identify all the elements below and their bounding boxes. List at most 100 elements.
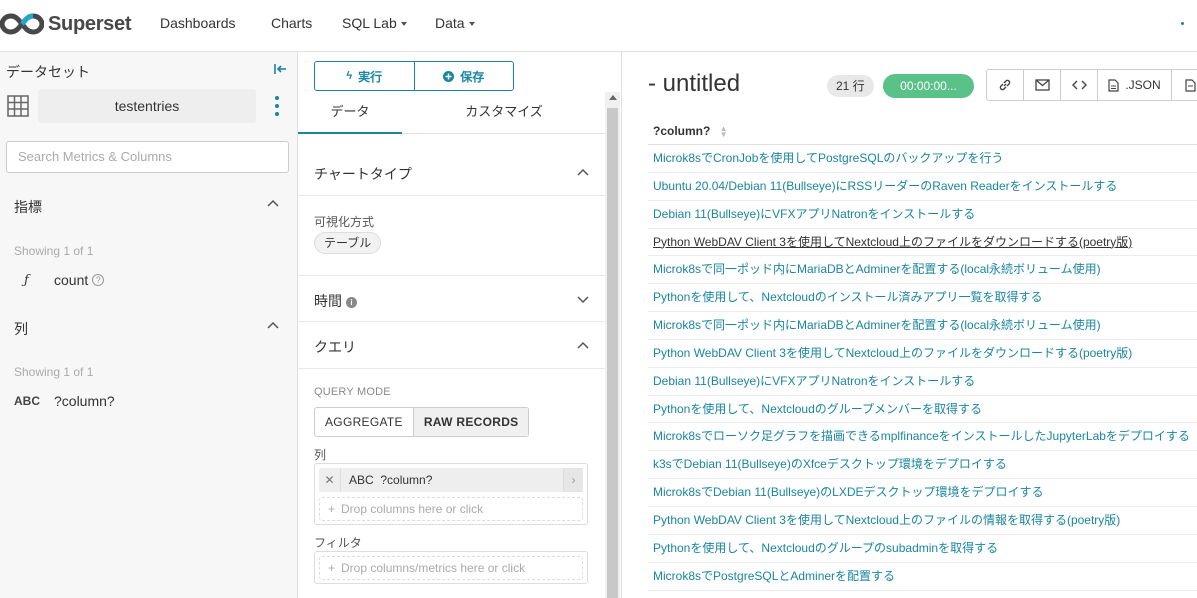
more-menu-icon[interactable]	[1181, 22, 1184, 25]
nav-data[interactable]: Data	[435, 15, 475, 31]
chart-title-text: untitled	[662, 70, 741, 97]
table-cell-link[interactable]: Microk8sでDebian 11(Bullseye)のLXDEデスクトップ環…	[653, 485, 1044, 499]
drop-columns-placeholder: Drop columns here or click	[341, 502, 484, 516]
run-button[interactable]: ϟ 実行	[315, 62, 414, 90]
table-row[interactable]: Pythonを使用して、Nextcloudのグループのsubadminを取得する	[648, 535, 1197, 563]
table-row[interactable]: Microk8sでPostgreSQLとAdminerを配置する	[648, 563, 1197, 591]
table-row[interactable]: Python WebDAV Client 3を使用してNextcloud上のファ…	[648, 229, 1197, 257]
divider	[298, 368, 605, 369]
table-column-header[interactable]: ?column? ▲ ▼	[653, 124, 728, 138]
table-row[interactable]: Debian 11(Bullseye)にVFXアプリNatronをインストールす…	[648, 368, 1197, 396]
columns-section-header[interactable]: 列	[0, 307, 298, 347]
search-metrics-columns-input[interactable]: Search Metrics & Columns	[6, 141, 289, 173]
query-mode-toggle: AGGREGATE RAW RECORDS	[314, 407, 530, 437]
scrollbar-thumb[interactable]	[607, 108, 618, 598]
drop-filters-target[interactable]: + Drop columns/metrics here or click	[319, 556, 583, 580]
columns-dropzone: ✕ ABC ?column? › + Drop columns here or c…	[314, 463, 588, 525]
link-icon	[999, 79, 1011, 91]
table-row[interactable]: Python WebDAV Client 3を使用してNextcloud上のファ…	[648, 340, 1197, 368]
table-cell-link[interactable]: Microk8sで同一ポッド内にMariaDBとAdminerを配置する(loc…	[653, 262, 1101, 276]
export-file-button[interactable]	[1172, 70, 1197, 100]
export-json-button[interactable]: .JSON	[1098, 70, 1172, 100]
nav-charts[interactable]: Charts	[271, 15, 312, 31]
nav-sql-lab[interactable]: SQL Lab	[342, 15, 407, 31]
superset-logo[interactable]: Superset	[0, 10, 131, 38]
plus-circle-icon	[443, 70, 455, 82]
table-cell-link[interactable]: Python WebDAV Client 3を使用してNextcloud上のファ…	[653, 513, 1120, 527]
viz-type-select[interactable]: テーブル	[314, 232, 382, 254]
raw-records-mode-button[interactable]: RAW RECORDS	[412, 408, 529, 436]
filters-label: フィルタ	[314, 536, 362, 550]
table-cell-link[interactable]: Debian 11(Bullseye)にVFXアプリNatronをインストールす…	[653, 207, 975, 221]
chart-title[interactable]: - untitled	[648, 70, 740, 98]
table-cell-link[interactable]: Python WebDAV Client 3を使用してNextcloud上のファ…	[653, 346, 1132, 360]
scroll-up-arrow-icon[interactable]	[609, 95, 617, 100]
table-row[interactable]: Microk8sでローソク足グラフを描画できるmplfinanceをインストール…	[648, 423, 1197, 452]
tab-customize-label: カスタマイズ	[465, 104, 543, 119]
table-row[interactable]: Pythonを使用して、Nextcloudのグループメンバーを取得する	[648, 396, 1197, 424]
share-email-button[interactable]	[1024, 70, 1061, 100]
chart-type-section-header[interactable]: チャートタイプ	[298, 149, 605, 196]
table-cell-link[interactable]: Pythonを使用して、Nextcloudのグループのsubadminを取得する	[653, 541, 998, 555]
sort-icon[interactable]: ▲ ▼	[720, 124, 728, 138]
control-panel: ϟ 実行 保存 データ カスタマイズ チャートタイプ 可視化方式 テーブル 時間…	[298, 52, 622, 598]
table-row[interactable]: Microk8sで同一ポッド内にMariaDBとAdminerを配置する(loc…	[648, 312, 1197, 340]
selected-column-chip[interactable]: ✕ ABC ?column? ›	[319, 468, 583, 492]
metrics-section-header[interactable]: 指標	[0, 185, 298, 225]
columns-showing-count: Showing 1 of 1	[14, 365, 94, 379]
bolt-icon: ϟ	[346, 70, 353, 82]
aggregate-mode-button[interactable]: AGGREGATE	[315, 408, 413, 436]
table-row[interactable]: Microk8sでCronJobを使用してPostgreSQLのバックアップを行…	[648, 145, 1197, 173]
table-cell-link[interactable]: Pythonを使用して、Nextcloudのグループメンバーを取得する	[653, 402, 982, 416]
metric-item[interactable]: ƒ count ?	[14, 272, 105, 288]
chevron-right-icon[interactable]: ›	[563, 468, 583, 492]
code-icon	[1071, 80, 1087, 90]
table-body: Microk8sでCronJobを使用してPostgreSQLのバックアップを行…	[648, 145, 1197, 591]
dataset-panel: データセット testentries Search Metrics & Colu…	[0, 52, 298, 598]
column-item[interactable]: ABC ?column?	[14, 393, 115, 409]
tab-customize[interactable]: カスタマイズ	[402, 100, 606, 134]
column-name-label: ?column?	[380, 473, 433, 487]
tab-data[interactable]: データ	[298, 100, 402, 134]
table-row[interactable]: Microk8sでDebian 11(Bullseye)のLXDEデスクトップ環…	[648, 479, 1197, 507]
columns-section-label: 列	[14, 321, 28, 337]
table-cell-link[interactable]: Microk8sでCronJobを使用してPostgreSQLのバックアップを行…	[653, 151, 1003, 165]
column-name: ?column?	[54, 393, 115, 409]
table-cell-link[interactable]: Microk8sで同一ポッド内にMariaDBとAdminerを配置する(loc…	[653, 318, 1101, 332]
save-button[interactable]: 保存	[413, 62, 514, 90]
time-section-header[interactable]: 時間 i	[298, 275, 605, 322]
dataset-name[interactable]: testentries	[38, 89, 256, 123]
table-cell-link[interactable]: Pythonを使用して、Nextcloudのインストール済みアプリ一覧を取得する	[653, 290, 1043, 304]
run-save-button-group: ϟ 実行 保存	[314, 61, 514, 91]
table-row[interactable]: k3sでDebian 11(Bullseye)のXfceデスクトップ環境をデプロ…	[648, 451, 1197, 480]
dataset-panel-title: データセット	[6, 64, 90, 80]
nav-sql-lab-label: SQL Lab	[342, 15, 397, 31]
table-row[interactable]: Microk8sで同一ポッド内にMariaDBとAdminerを配置する(loc…	[648, 256, 1197, 285]
table-row[interactable]: Debian 11(Bullseye)にVFXアプリNatronをインストールす…	[648, 201, 1197, 229]
table-row[interactable]: Python WebDAV Client 3を使用してNextcloud上のファ…	[648, 507, 1197, 535]
chevron-up-icon	[267, 321, 279, 329]
collapse-panel-icon[interactable]	[272, 61, 288, 77]
dataset-menu-icon[interactable]	[274, 96, 280, 118]
query-section-header[interactable]: クエリ	[298, 322, 605, 369]
table-cell-link[interactable]: Microk8sでローソク足グラフを描画できるmplfinanceをインストール…	[653, 429, 1190, 443]
table-cell-link[interactable]: Python WebDAV Client 3を使用してNextcloud上のファ…	[653, 235, 1132, 249]
table-cell-link[interactable]: Ubuntu 20.04/Debian 11(Bullseye)にRSSリーダー…	[653, 179, 1117, 193]
drop-columns-target[interactable]: + Drop columns here or click	[319, 497, 583, 521]
selected-column-label: ABC ?column?	[341, 468, 563, 492]
chevron-down-icon	[577, 296, 589, 304]
export-json-label: .JSON	[1125, 78, 1161, 92]
filters-dropzone: + Drop columns/metrics here or click	[314, 551, 588, 584]
nav-dashboards[interactable]: Dashboards	[160, 15, 236, 31]
table-row[interactable]: Ubuntu 20.04/Debian 11(Bullseye)にRSSリーダー…	[648, 173, 1197, 201]
control-panel-scrollbar[interactable]	[605, 92, 620, 598]
table-cell-link[interactable]: Microk8sでPostgreSQLとAdminerを配置する	[653, 569, 895, 583]
remove-icon[interactable]: ✕	[319, 468, 341, 492]
metrics-section-label: 指標	[14, 199, 42, 215]
copy-link-button[interactable]	[987, 70, 1024, 100]
table-row[interactable]: Pythonを使用して、Nextcloudのインストール済みアプリ一覧を取得する	[648, 284, 1197, 313]
table-cell-link[interactable]: Debian 11(Bullseye)にVFXアプリNatronをインストールす…	[653, 374, 975, 388]
tab-data-label: データ	[330, 104, 370, 119]
table-cell-link[interactable]: k3sでDebian 11(Bullseye)のXfceデスクトップ環境をデプロ…	[653, 457, 1007, 471]
embed-code-button[interactable]	[1061, 70, 1098, 100]
